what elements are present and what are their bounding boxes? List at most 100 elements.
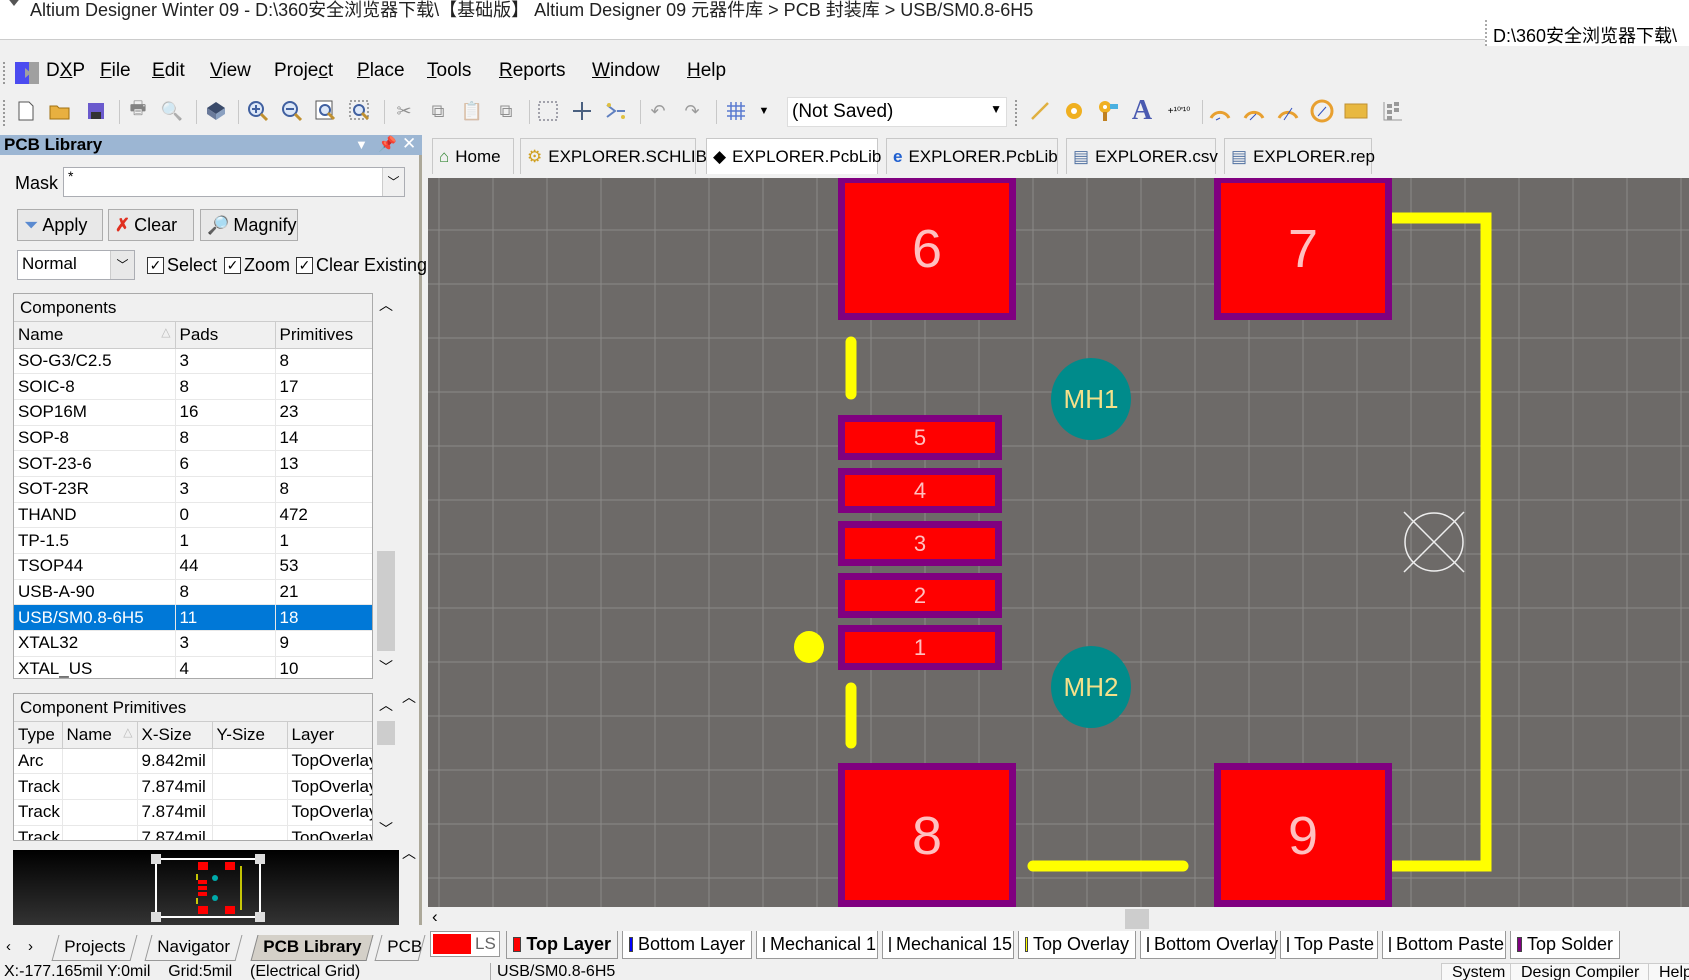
- canvas-hscrollbar[interactable]: ‹: [428, 907, 1689, 929]
- doc-tab-schlib[interactable]: ⚙ EXPLORER.SCHLIB: [520, 138, 707, 174]
- tabs-scroll-left-icon[interactable]: ‹: [6, 938, 11, 955]
- menu-grip[interactable]: [3, 62, 7, 84]
- column-header-pads[interactable]: Pads: [175, 322, 276, 349]
- open-folder-icon[interactable]: [48, 98, 72, 124]
- fill-icon[interactable]: [1344, 98, 1368, 124]
- place-track-icon[interactable]: [1028, 98, 1052, 124]
- panel-tab-pcb-library[interactable]: PCB Library: [250, 935, 374, 961]
- components-scrollbar[interactable]: ︿ ﹀: [375, 293, 397, 679]
- zoom-fit-document-icon[interactable]: [314, 98, 338, 124]
- menu-place[interactable]: Place: [357, 60, 405, 82]
- place-via-icon[interactable]: [1096, 98, 1120, 124]
- zoom-in-icon[interactable]: [246, 98, 270, 124]
- layer-tab-top-paste[interactable]: Top Paste: [1280, 931, 1378, 959]
- column-header-x-size[interactable]: X-Size: [137, 722, 213, 749]
- scroll-down-icon[interactable]: ﹀: [375, 819, 397, 839]
- menu-project[interactable]: Project: [274, 60, 333, 82]
- column-header-primitives[interactable]: Primitives: [275, 322, 372, 349]
- print-preview-icon[interactable]: 🔍: [160, 98, 184, 124]
- close-icon[interactable]: ✕: [402, 134, 416, 154]
- mini-viewer[interactable]: [13, 850, 399, 925]
- zoom-fit-selection-icon[interactable]: [348, 98, 372, 124]
- component-row[interactable]: USB/SM0.8-6H5 11 18: [14, 604, 372, 632]
- pad-8[interactable]: 8: [838, 763, 1016, 907]
- pad-6[interactable]: 6: [838, 178, 1016, 320]
- undo-icon[interactable]: ↶: [646, 98, 670, 124]
- doc-tab-pcblib[interactable]: e EXPLORER.PcbLib: [886, 138, 1058, 174]
- arc-any-angle-icon[interactable]: [1276, 98, 1300, 124]
- menu-help[interactable]: Help: [687, 60, 726, 82]
- design-compiler-button[interactable]: Design Compiler: [1510, 963, 1651, 980]
- mounting-hole-mh1[interactable]: MH1: [1051, 358, 1131, 440]
- component-row[interactable]: SOP16M 16 23: [14, 399, 372, 426]
- component-row[interactable]: XTAL_US 4 10: [14, 656, 372, 678]
- splitter-up-icon[interactable]: ︿: [402, 843, 416, 863]
- component-row[interactable]: TSOP44 44 53: [14, 553, 372, 580]
- component-row[interactable]: SOIC-8 8 17: [14, 373, 372, 400]
- primitive-row[interactable]: Arc 9.842mil TopOverlay: [14, 748, 372, 775]
- zoom-checkbox[interactable]: ✓ Zoom: [224, 255, 290, 276]
- primitive-row[interactable]: Track 7.874mil TopOverlay: [14, 799, 372, 826]
- variant-select[interactable]: (Not Saved) ▼: [787, 97, 1007, 127]
- scrollbar-thumb[interactable]: [377, 551, 395, 651]
- layer-tab-bottom-layer[interactable]: Bottom Layer: [622, 931, 752, 959]
- cross-select-icon[interactable]: [604, 98, 628, 124]
- chevron-down-icon[interactable]: ﹀: [110, 251, 134, 279]
- component-row[interactable]: TP-1.5 1 1: [14, 527, 372, 554]
- tabs-scroll-right-icon[interactable]: ›: [28, 938, 33, 955]
- grid-dropdown-icon[interactable]: ▼: [752, 98, 776, 124]
- select-checkbox[interactable]: ✓ Select: [147, 255, 217, 276]
- 3d-view-icon[interactable]: [204, 98, 228, 124]
- scroll-up-icon[interactable]: ︿: [375, 295, 397, 315]
- doc-tab-csv[interactable]: ▤ EXPLORER.csv: [1066, 138, 1218, 174]
- arc-edge-icon[interactable]: [1242, 98, 1266, 124]
- primitive-row[interactable]: Track 7.874mil TopOverlay: [14, 773, 372, 800]
- component-row[interactable]: USB-A-90 8 21: [14, 579, 372, 606]
- toolbar-grip[interactable]: [3, 100, 7, 126]
- place-pad-icon[interactable]: [1062, 98, 1086, 124]
- copy-icon[interactable]: ⧉: [426, 98, 450, 124]
- arrange-icon[interactable]: [1380, 98, 1404, 124]
- scroll-up-icon[interactable]: ︿: [375, 695, 397, 715]
- pad-1[interactable]: 1: [838, 625, 1002, 670]
- new-document-icon[interactable]: [14, 98, 38, 124]
- pad-3[interactable]: 3: [838, 521, 1002, 566]
- column-header-name[interactable]: Name △: [62, 722, 138, 749]
- select-area-icon[interactable]: [536, 98, 560, 124]
- column-header-y-size[interactable]: Y-Size: [212, 722, 288, 749]
- layer-tab-mechanical-15[interactable]: Mechanical 15: [882, 931, 1014, 959]
- layer-tab-bottom-paste[interactable]: Bottom Paste: [1382, 931, 1506, 959]
- mask-input[interactable]: * ﹀: [63, 167, 405, 197]
- magnify-button[interactable]: 🔎 Magnify: [200, 209, 298, 241]
- layer-tab-top-overlay[interactable]: Top Overlay: [1018, 931, 1136, 959]
- menu-tools[interactable]: Tools: [427, 60, 471, 82]
- menu-edit[interactable]: Edit: [152, 60, 185, 82]
- pad-9[interactable]: 9: [1214, 763, 1392, 907]
- mask-dropdown-icon[interactable]: ﹀: [382, 168, 404, 196]
- clear-existing-checkbox[interactable]: ✓ Clear Existing: [296, 255, 427, 276]
- primitives-scrollbar[interactable]: ︿ ﹀: [375, 693, 397, 841]
- doc-tab-rep[interactable]: ▤ EXPLORER.rep: [1224, 138, 1375, 174]
- scroll-down-icon[interactable]: ﹀: [375, 657, 397, 677]
- layer-tab-top-solder[interactable]: Top Solder: [1510, 931, 1620, 959]
- arc-center-icon[interactable]: [1208, 98, 1232, 124]
- column-header-type[interactable]: Type: [14, 722, 63, 749]
- menu-window[interactable]: Window: [592, 60, 660, 82]
- scroll-left-icon[interactable]: ‹: [432, 907, 438, 927]
- cut-icon[interactable]: ✂: [392, 98, 416, 124]
- component-row[interactable]: SOT-23-6 6 13: [14, 450, 372, 477]
- mounting-hole-mh2[interactable]: MH2: [1051, 646, 1131, 728]
- pad-4[interactable]: 4: [838, 468, 1002, 513]
- menu-view[interactable]: View: [210, 60, 251, 82]
- component-row[interactable]: SOT-23R 3 8: [14, 476, 372, 503]
- pcb-canvas[interactable]: 6 7 8 9 5 4 3 2 1 MH1 MH2: [428, 178, 1689, 907]
- panel-tab-pcb[interactable]: PCB: [374, 935, 426, 961]
- panel-tab-navigator[interactable]: Navigator: [144, 935, 243, 961]
- grid-icon[interactable]: [724, 98, 748, 124]
- zoom-out-icon[interactable]: [280, 98, 304, 124]
- full-circle-icon[interactable]: [1310, 98, 1334, 124]
- layer-tab-bottom-overlay[interactable]: Bottom Overlay: [1140, 931, 1278, 959]
- pad-5[interactable]: 5: [838, 415, 1002, 460]
- splitter-up-icon[interactable]: ︿: [402, 687, 416, 707]
- menu-dxp[interactable]: DXP: [46, 60, 85, 82]
